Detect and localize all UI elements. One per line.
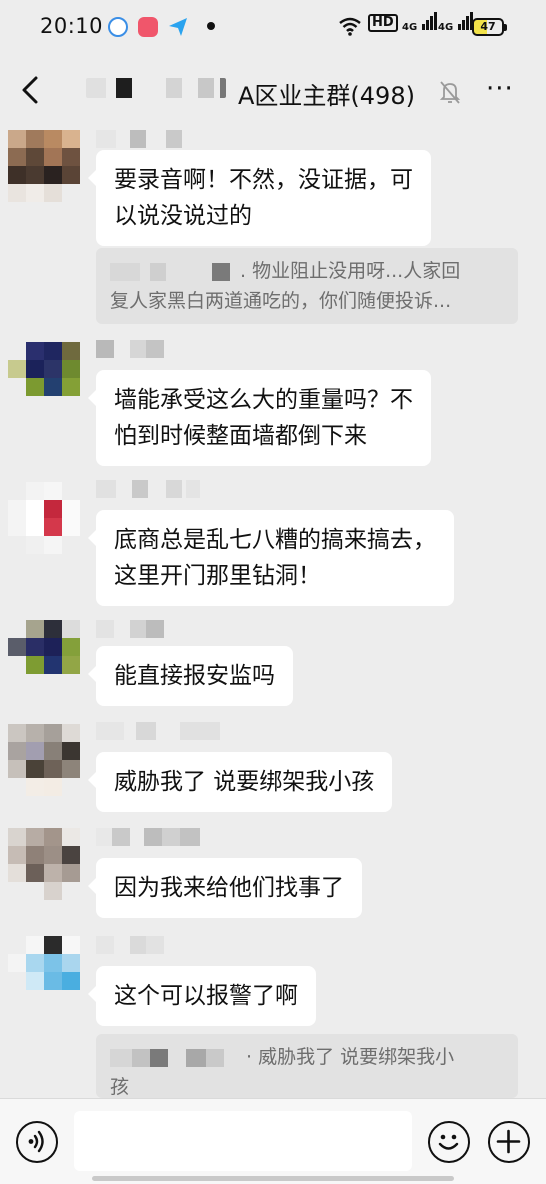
- quote-line: . 物业阻止没用呀...人家回: [110, 256, 504, 286]
- quote-text: 复人家黑白两道通吃的，你们随便投诉...: [110, 290, 452, 312]
- message-text: 墙能承受这么大的重量吗？不: [114, 387, 413, 413]
- send-app-icon: [168, 17, 188, 37]
- message-input[interactable]: [74, 1111, 412, 1171]
- grid-app-icon: [138, 17, 158, 37]
- signal-icon: 4G: [402, 12, 438, 34]
- sender-name-blur: [96, 130, 186, 148]
- title-blur: [86, 78, 226, 98]
- chevron-left-icon[interactable]: [14, 70, 48, 110]
- dot-icon: [207, 22, 215, 30]
- sender-name-blur: [96, 620, 168, 638]
- message-text: 要录音啊！不然，没证据，可: [114, 167, 413, 193]
- message-text: 能直接报安监吗: [114, 663, 275, 689]
- plus-icon[interactable]: [488, 1121, 530, 1163]
- message-text: 怕到时候整面墙都倒下来: [114, 423, 367, 449]
- page-title: A区业主群(498): [238, 82, 415, 110]
- message-bubble[interactable]: 因为我来给他们找事了: [88, 858, 362, 918]
- message-bubble[interactable]: 这个可以报警了啊: [88, 966, 316, 1026]
- input-bar: [0, 1098, 546, 1184]
- signal-icon: 4G: [438, 12, 474, 34]
- avatar[interactable]: [8, 342, 80, 414]
- quoted-message[interactable]: . 物业阻止没用呀...人家回 复人家黑白两道通吃的，你们随便投诉...: [96, 248, 518, 324]
- sender-name-blur: [96, 480, 200, 498]
- sender-name-blur: [96, 936, 168, 954]
- battery-icon: 47: [472, 18, 507, 36]
- network-label-2: 4G: [438, 22, 454, 33]
- status-time: 20:10: [40, 14, 104, 38]
- message-bubble[interactable]: 威胁我了 说要绑架我小孩: [87, 752, 393, 812]
- message-bubble[interactable]: 能直接报安监吗: [88, 646, 293, 706]
- avatar[interactable]: [8, 828, 80, 900]
- home-indicator[interactable]: [92, 1176, 454, 1181]
- sender-name-blur: [96, 340, 168, 358]
- message-bubble[interactable]: 要录音啊！不然，没证据，可 以说没说过的: [88, 150, 431, 246]
- quote-text: 孩: [110, 1076, 130, 1098]
- more-options-button[interactable]: ···: [486, 76, 520, 106]
- network-label-1: 4G: [402, 22, 418, 33]
- chat-header: A区业主群(498) ···: [0, 52, 546, 128]
- quote-line: · 威胁我了 说要绑架我小: [110, 1042, 504, 1072]
- target-app-icon: [108, 17, 128, 37]
- message-bubble[interactable]: 底商总是乱七八糟的搞来搞去， 这里开门那里钻洞！: [88, 510, 454, 606]
- avatar[interactable]: [8, 936, 80, 1008]
- emoji-icon[interactable]: [428, 1121, 470, 1163]
- quote-text: · 威胁我了 说要绑架我小: [246, 1046, 455, 1068]
- message-text: 威胁我了 说要绑架我小孩: [114, 769, 375, 795]
- message-text: 底商总是乱七八糟的搞来搞去，: [114, 527, 436, 553]
- hd-icon: HD: [368, 14, 398, 32]
- hd-label: HD: [372, 15, 394, 30]
- voice-icon[interactable]: [16, 1121, 58, 1163]
- quote-text: . 物业阻止没用呀...人家回: [240, 260, 461, 282]
- quote-sender-blur: [110, 1048, 246, 1067]
- avatar[interactable]: [8, 724, 80, 796]
- message-text: 以说没说过的: [114, 203, 252, 229]
- wifi-icon: [338, 16, 362, 40]
- quoted-message[interactable]: · 威胁我了 说要绑架我小 孩: [96, 1034, 518, 1098]
- sender-name-blur: [96, 722, 220, 740]
- message-bubble[interactable]: 墙能承受这么大的重量吗？不 怕到时候整面墙都倒下来: [88, 370, 431, 466]
- message-text: 这里开门那里钻洞！: [114, 563, 321, 589]
- quote-sender-blur: [110, 262, 240, 281]
- avatar[interactable]: [8, 482, 80, 554]
- message-text: 因为我来给他们找事了: [114, 875, 344, 901]
- battery-level: 47: [480, 20, 496, 33]
- message-text: 这个可以报警了啊: [114, 983, 298, 1009]
- avatar[interactable]: [8, 620, 80, 692]
- sender-name-blur: [96, 828, 200, 846]
- status-bar: 20:10 HD 4G 4G 47: [0, 0, 546, 52]
- bell-muted-icon: [436, 78, 464, 106]
- avatar[interactable]: [8, 130, 80, 202]
